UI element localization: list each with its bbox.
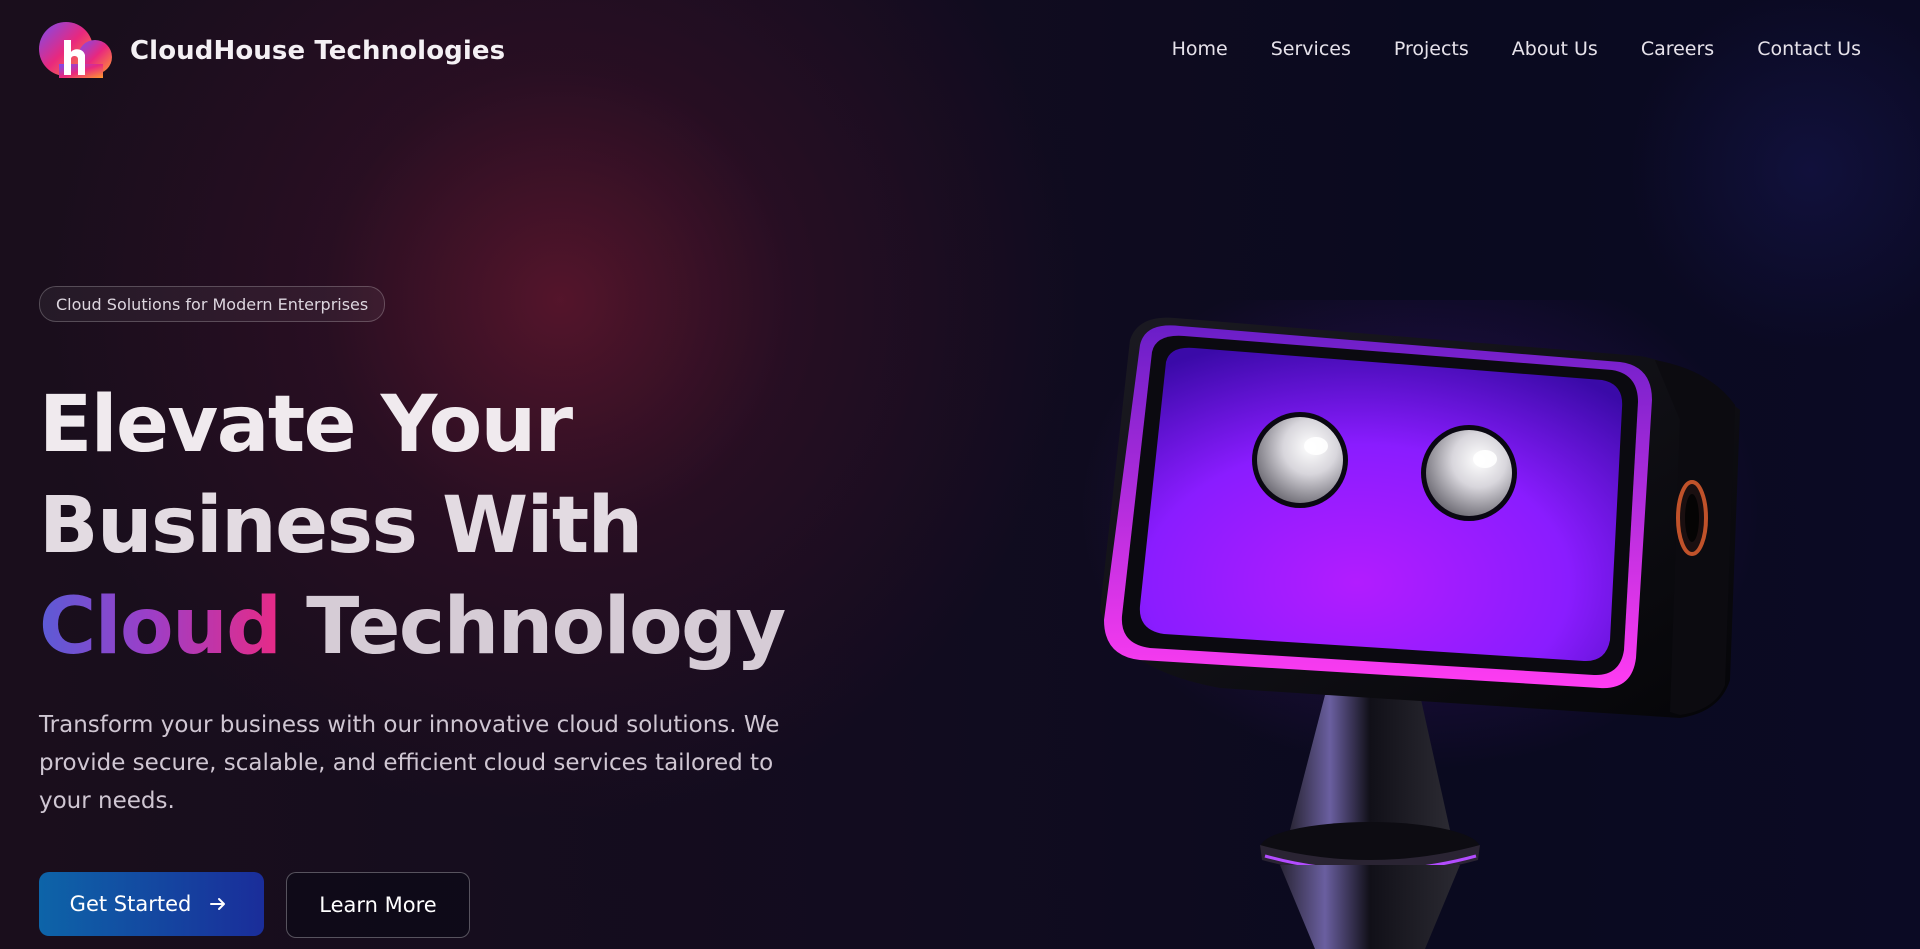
site-header: CloudHouse Technologies Home Services Pr… — [0, 0, 1920, 100]
brand-name: CloudHouse Technologies — [130, 36, 506, 66]
hero-description: Transform your business with our innovat… — [39, 712, 780, 814]
hero-headline: Elevate Your Business With Cloud Technol… — [39, 375, 786, 678]
nav-projects[interactable]: Projects — [1394, 38, 1469, 60]
headline-line-1: Elevate Your — [39, 380, 573, 470]
headline-highlight: Cloud — [39, 582, 282, 672]
nav-careers[interactable]: Careers — [1641, 38, 1714, 60]
hero-badge: Cloud Solutions for Modern Enterprises — [39, 286, 386, 322]
headline-line-2: Business With — [39, 481, 643, 571]
get-started-label: Get Started — [69, 892, 192, 916]
brand[interactable]: CloudHouse Technologies — [39, 22, 505, 80]
main-nav: Home Services Projects About Us Careers … — [1172, 38, 1861, 60]
arrow-right-icon — [210, 898, 226, 910]
nav-contact-us[interactable]: Contact Us — [1757, 38, 1861, 60]
page: CloudHouse Technologies Home Services Pr… — [0, 0, 1920, 949]
headline-line-3: Cloud Technology — [39, 577, 786, 678]
cloudhouse-logo-icon — [39, 22, 113, 80]
nav-services[interactable]: Services — [1271, 38, 1351, 60]
nav-about-us[interactable]: About Us — [1512, 38, 1598, 60]
get-started-button[interactable]: Get Started — [39, 872, 264, 936]
robot-tv-head-illustration — [1080, 250, 1760, 949]
learn-more-button[interactable]: Learn More — [286, 872, 470, 938]
nav-home[interactable]: Home — [1172, 38, 1228, 60]
headline-line-3-rest: Technology — [280, 582, 786, 672]
